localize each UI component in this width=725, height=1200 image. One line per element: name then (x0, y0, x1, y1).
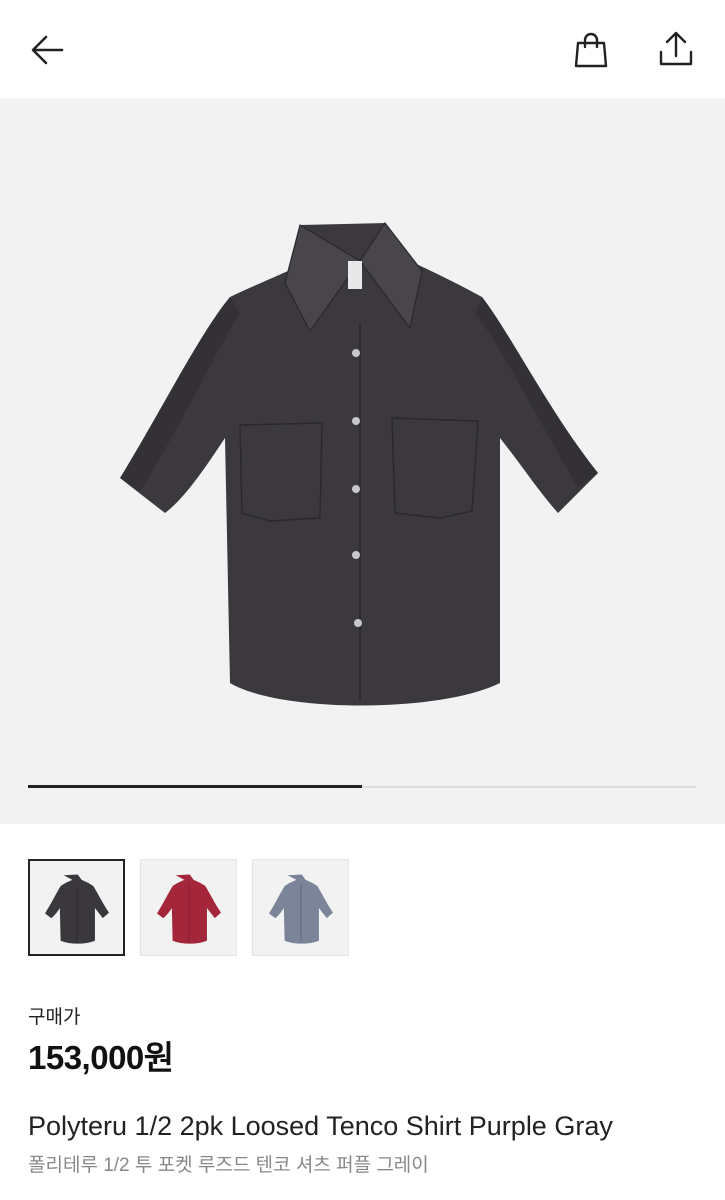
shirt-thumbnail-image (268, 873, 333, 944)
shopping-bag-button[interactable] (563, 22, 619, 78)
share-button[interactable] (648, 22, 704, 78)
top-bar (0, 0, 725, 98)
color-thumbnails (28, 859, 349, 959)
thumbnail-blue-gray[interactable] (252, 859, 349, 956)
product-price: 153,000원 (28, 1039, 174, 1076)
product-image (120, 221, 598, 706)
thumbnail-dark-gray[interactable] (28, 859, 125, 956)
gallery-progress-fill (28, 785, 362, 788)
shopping-bag-icon (574, 32, 608, 68)
thumbnail-burgundy[interactable] (140, 859, 237, 956)
product-image-gallery[interactable] (0, 98, 725, 824)
price-label: 구매가 (28, 1007, 81, 1028)
shirt-thumbnail-image (156, 873, 221, 944)
back-button[interactable] (20, 22, 76, 78)
arrow-left-icon (31, 35, 64, 65)
product-name-korean: 폴리테루 1/2 투 포켓 루즈드 텐코 셔츠 퍼플 그레이 (28, 1155, 429, 1176)
shirt-thumbnail-image (44, 873, 109, 944)
product-name-english: Polyteru 1/2 2pk Loosed Tenco Shirt Purp… (28, 1111, 613, 1141)
gallery-progress-track (28, 785, 696, 788)
share-upload-icon (659, 31, 693, 66)
